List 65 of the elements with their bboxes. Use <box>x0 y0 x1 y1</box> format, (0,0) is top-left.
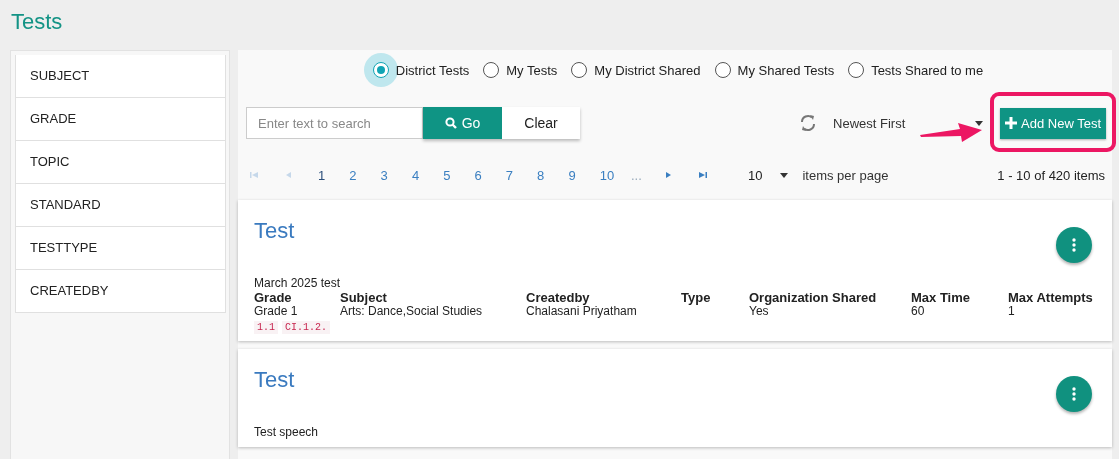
sort-dropdown[interactable]: Newest First <box>833 115 906 131</box>
radio-label[interactable]: My Shared Tests <box>737 62 835 78</box>
kebab-icon <box>1072 238 1076 252</box>
radio-label[interactable]: Tests Shared to me <box>871 62 984 78</box>
sidebar-item[interactable]: SUBJECT <box>15 55 226 98</box>
page-link[interactable]: 4 <box>411 167 444 183</box>
sidebar-item[interactable]: CREATEDBY <box>15 270 226 313</box>
field-label: Max Time <box>911 290 970 305</box>
field-label: Createdby <box>526 290 590 305</box>
standard-tag: CI.1.2. <box>282 321 331 334</box>
sidebar-item[interactable]: STANDARD <box>15 184 226 227</box>
radio-button[interactable] <box>571 62 588 78</box>
caret-icon[interactable] <box>780 172 789 178</box>
refresh-icon[interactable] <box>799 113 818 133</box>
radio-button[interactable] <box>483 62 500 78</box>
items-summary: 1 - 10 of 420 items <box>997 167 1105 183</box>
page-link[interactable]: 3 <box>380 167 412 183</box>
test-description: March 2025 test <box>254 276 341 290</box>
page-link[interactable]: 5 <box>443 167 475 183</box>
field-label: Grade <box>254 290 292 305</box>
radio-button[interactable] <box>848 62 865 78</box>
page-link[interactable]: 2 <box>349 167 381 183</box>
page-link[interactable]: 1 <box>318 167 350 183</box>
test-description: Test speech <box>254 425 319 439</box>
field-value: 60 <box>911 304 925 318</box>
next-page-icon[interactable] <box>664 171 673 179</box>
search-field[interactable]: Enter text to search <box>246 107 423 139</box>
search-icon <box>444 117 457 129</box>
go-button[interactable]: Go <box>423 107 502 139</box>
radio-label[interactable]: My District Shared <box>594 62 701 78</box>
add-new-test-button[interactable]: Add New Test <box>1000 107 1106 139</box>
field-label: Max Attempts <box>1008 290 1093 305</box>
field-value: Chalasani Priyatham <box>526 304 637 318</box>
radio-label[interactable]: My Tests <box>506 62 558 78</box>
radio-button[interactable] <box>714 62 731 78</box>
page-link[interactable]: 6 <box>474 167 506 183</box>
items-per-page-label: items per page <box>802 167 889 183</box>
last-page-icon[interactable] <box>698 171 707 179</box>
field-value: 1 <box>1008 304 1015 318</box>
kebab-icon <box>1072 387 1076 401</box>
more-options-button[interactable] <box>1056 227 1092 263</box>
page-link[interactable]: 8 <box>537 167 569 183</box>
plus-icon <box>1005 117 1018 129</box>
more-options-button[interactable] <box>1056 376 1092 412</box>
caret-icon[interactable] <box>975 120 984 126</box>
test-title[interactable]: Test <box>254 367 295 393</box>
field-value: Grade 1 <box>254 304 298 318</box>
standard-tag: 1.1 <box>254 321 278 334</box>
page-link[interactable]: 9 <box>568 167 600 183</box>
field-value: Arts: Dance,Social Studies <box>340 304 483 318</box>
sidebar-item[interactable]: TESTTYPE <box>15 227 226 270</box>
sidebar-item[interactable]: GRADE <box>15 98 226 141</box>
annotation-arrow <box>920 121 982 143</box>
field-label: Organization Shared <box>749 290 877 305</box>
page-size-dropdown[interactable]: 10 <box>747 167 763 183</box>
page-link[interactable]: 7 <box>505 167 538 183</box>
test-title[interactable]: Test <box>254 218 295 244</box>
field-label: Subject <box>340 290 387 305</box>
field-label: Type <box>681 290 711 305</box>
page-link[interactable]: 10 <box>599 167 631 183</box>
field-value: Yes <box>749 304 769 318</box>
clear-button[interactable]: Clear <box>502 107 580 139</box>
radio-label[interactable]: District Tests <box>395 62 470 78</box>
page-title: Tests <box>11 8 63 36</box>
sidebar-item[interactable]: TOPIC <box>15 141 226 184</box>
